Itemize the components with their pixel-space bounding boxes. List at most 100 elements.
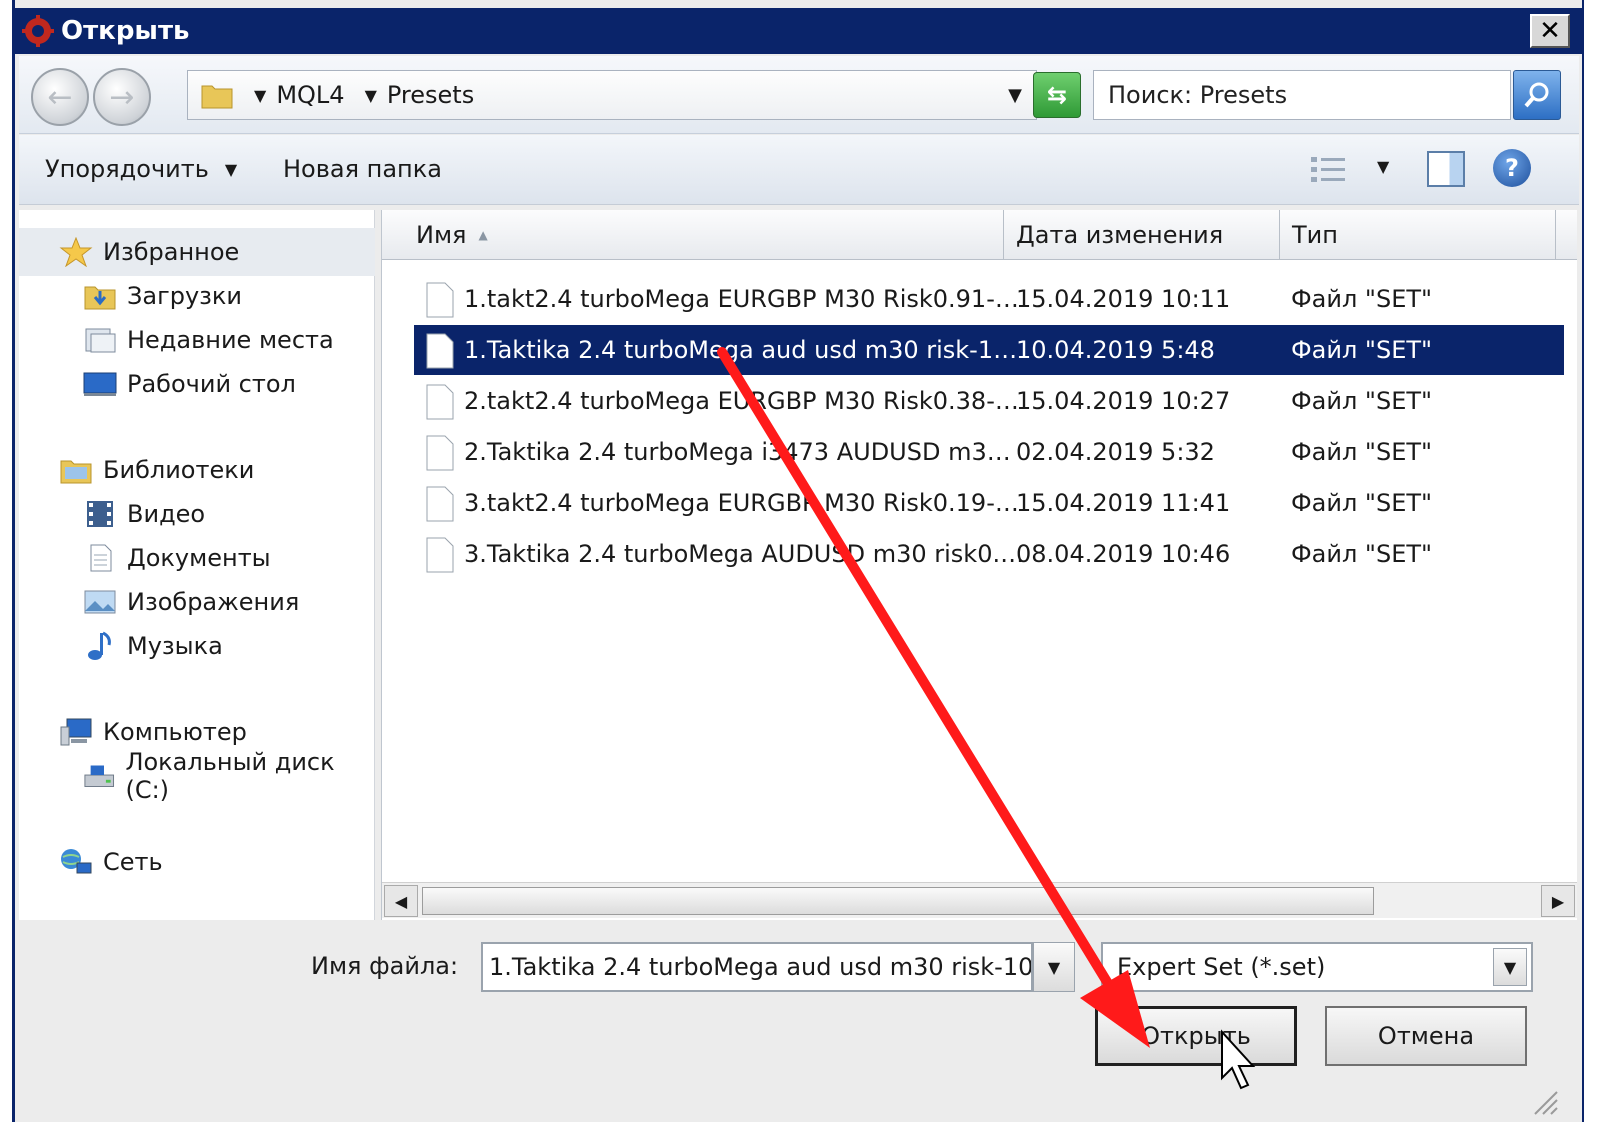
scroll-left-button[interactable]: ◀ bbox=[384, 885, 418, 917]
nav-favorites[interactable]: Избранное bbox=[59, 234, 239, 270]
file-row[interactable]: 1.takt2.4 turboMega EURGBP M30 Risk0.91-… bbox=[414, 274, 1564, 324]
organize-label: Упорядочить bbox=[45, 155, 209, 183]
column-header-name[interactable]: Имя ▲ bbox=[382, 210, 1004, 260]
local-disk-icon bbox=[84, 765, 115, 787]
nav-libraries-label: Библиотеки bbox=[103, 456, 255, 484]
open-file-dialog: Открыть ✕ ← → ▼ MQL4 ▼ Presets ▼ ⇆ Поиск… bbox=[12, 0, 1584, 1122]
file-row[interactable]: 2.Taktika 2.4 turboMega i3473 AUDUSD m3…… bbox=[414, 427, 1564, 477]
help-icon[interactable]: ? bbox=[1493, 149, 1531, 187]
filename-value: 1.Taktika 2.4 turboMega aud usd m30 risk… bbox=[489, 953, 1033, 981]
nav-desktop[interactable]: Рабочий стол bbox=[83, 366, 296, 402]
window-title: Открыть bbox=[61, 16, 190, 46]
chevron-down-icon: ▼ bbox=[224, 159, 238, 179]
file-date: 15.04.2019 10:27 bbox=[1016, 387, 1231, 415]
file-icon bbox=[426, 486, 454, 522]
nav-libraries[interactable]: Библиотеки bbox=[59, 452, 254, 488]
arrow-right-icon: → bbox=[109, 79, 135, 115]
chevron-down-icon: ▼ bbox=[1047, 957, 1061, 977]
file-name: 2.Taktika 2.4 turboMega i3473 AUDUSD m3… bbox=[464, 438, 1011, 466]
file-date: 10.04.2019 5:48 bbox=[1016, 336, 1215, 364]
scroll-right-button[interactable]: ▶ bbox=[1541, 885, 1575, 917]
column-header-type[interactable]: Тип bbox=[1280, 210, 1556, 260]
back-button[interactable]: ← bbox=[31, 68, 89, 126]
nav-network-label: Сеть bbox=[103, 848, 163, 876]
arrow-left-icon: ← bbox=[47, 79, 73, 115]
file-date: 02.04.2019 5:32 bbox=[1016, 438, 1215, 466]
preview-pane-icon[interactable] bbox=[1427, 151, 1465, 187]
column-name-label: Имя bbox=[416, 221, 467, 249]
sort-ascending-icon: ▲ bbox=[478, 228, 488, 242]
file-row[interactable]: 3.takt2.4 turboMega EURGBP M30 Risk0.19-… bbox=[414, 478, 1564, 528]
file-name: 3.takt2.4 turboMega EURGBP M30 Risk0.19-… bbox=[464, 489, 1019, 517]
dialog-footer: Имя файла: 1.Taktika 2.4 turboMega aud u… bbox=[19, 922, 1579, 1122]
video-icon bbox=[87, 501, 113, 527]
file-type: Файл "SET" bbox=[1291, 540, 1433, 568]
command-bar: Упорядочить ▼ Новая папка ▼ ? bbox=[19, 135, 1579, 205]
music-icon bbox=[88, 631, 111, 660]
file-date: 15.04.2019 11:41 bbox=[1016, 489, 1231, 517]
close-icon: ✕ bbox=[1539, 16, 1561, 46]
search-button[interactable] bbox=[1513, 70, 1561, 120]
filetype-dropdown-button[interactable]: ▼ bbox=[1493, 948, 1527, 986]
filename-input[interactable]: 1.Taktika 2.4 turboMega aud usd m30 risk… bbox=[481, 942, 1033, 992]
computer-icon bbox=[60, 718, 92, 746]
nav-video-label: Видео bbox=[127, 500, 206, 528]
view-list-icon[interactable] bbox=[1309, 153, 1347, 187]
file-type: Файл "SET" bbox=[1291, 387, 1433, 415]
breadcrumb-presets[interactable]: Presets bbox=[387, 81, 474, 109]
file-row[interactable]: 3.Taktika 2.4 turboMega AUDUSD m30 risk0… bbox=[414, 529, 1564, 579]
nav-downloads[interactable]: Загрузки bbox=[83, 278, 242, 314]
libraries-icon bbox=[60, 460, 92, 484]
arrow-right-icon: ▶ bbox=[1551, 891, 1565, 911]
close-button[interactable]: ✕ bbox=[1530, 14, 1570, 48]
filename-dropdown-button[interactable]: ▼ bbox=[1033, 942, 1075, 992]
address-row: ← → ▼ MQL4 ▼ Presets ▼ ⇆ Поиск: Presets bbox=[19, 56, 1579, 134]
nav-music[interactable]: Музыка bbox=[83, 628, 223, 664]
images-icon bbox=[84, 590, 116, 614]
scrollbar-thumb[interactable] bbox=[422, 887, 1374, 915]
resize-grip-icon[interactable] bbox=[1529, 1086, 1559, 1116]
file-row[interactable]: 2.takt2.4 turboMega EURGBP M30 Risk0.38-… bbox=[414, 376, 1564, 426]
file-row-selected[interactable]: 1.Taktika 2.4 turboMega aud usd m30 risk… bbox=[414, 325, 1564, 375]
search-icon bbox=[1524, 82, 1549, 108]
open-button[interactable]: Открыть bbox=[1095, 1006, 1297, 1066]
refresh-icon: ⇆ bbox=[1046, 81, 1068, 109]
chevron-down-icon[interactable]: ▼ bbox=[365, 86, 377, 105]
nav-local-disk-label: Локальный диск (C:) bbox=[125, 748, 335, 804]
column-header-date[interactable]: Дата изменения bbox=[1004, 210, 1280, 260]
file-icon bbox=[426, 435, 454, 471]
file-type: Файл "SET" bbox=[1291, 489, 1433, 517]
title-bar[interactable]: Открыть ✕ bbox=[15, 8, 1582, 54]
file-type: Файл "SET" bbox=[1291, 336, 1433, 364]
file-icon bbox=[426, 537, 454, 573]
filetype-select[interactable]: Expert Set (*.set) ▼ bbox=[1101, 942, 1533, 992]
nav-network[interactable]: Сеть bbox=[59, 844, 163, 880]
organize-button[interactable]: Упорядочить ▼ bbox=[45, 155, 237, 183]
help-label: ? bbox=[1505, 154, 1519, 182]
forward-button[interactable]: → bbox=[93, 68, 151, 126]
nav-images[interactable]: Изображения bbox=[83, 584, 299, 620]
filename-label: Имя файла: bbox=[311, 952, 459, 980]
search-input[interactable]: Поиск: Presets bbox=[1093, 70, 1511, 120]
nav-recent-places[interactable]: Недавние места bbox=[83, 322, 334, 358]
horizontal-scrollbar[interactable]: ◀ ▶ bbox=[382, 882, 1577, 918]
file-type: Файл "SET" bbox=[1291, 285, 1433, 313]
navigation-pane: Избранное Загрузки Недавние места Рабочи… bbox=[19, 210, 375, 920]
chevron-down-icon[interactable]: ▼ bbox=[254, 86, 266, 105]
breadcrumb-mql4[interactable]: MQL4 bbox=[276, 81, 344, 109]
address-history-dropdown[interactable]: ▼ bbox=[1008, 85, 1022, 106]
new-folder-button[interactable]: Новая папка bbox=[283, 155, 442, 183]
nav-images-label: Изображения bbox=[127, 588, 300, 616]
file-name: 1.takt2.4 turboMega EURGBP M30 Risk0.91-… bbox=[464, 285, 1019, 313]
nav-downloads-label: Загрузки bbox=[127, 282, 242, 310]
view-options-dropdown[interactable]: ▼ bbox=[1377, 157, 1389, 176]
address-bar[interactable]: ▼ MQL4 ▼ Presets ▼ bbox=[187, 70, 1037, 120]
nav-video[interactable]: Видео bbox=[83, 496, 205, 532]
arrow-left-icon: ◀ bbox=[394, 891, 408, 911]
cancel-button[interactable]: Отмена bbox=[1325, 1006, 1527, 1066]
nav-local-disk[interactable]: Локальный диск (C:) bbox=[83, 748, 374, 804]
file-type: Файл "SET" bbox=[1291, 438, 1433, 466]
nav-documents[interactable]: Документы bbox=[83, 540, 271, 576]
nav-computer[interactable]: Компьютер bbox=[59, 714, 247, 750]
refresh-button[interactable]: ⇆ bbox=[1033, 72, 1081, 118]
